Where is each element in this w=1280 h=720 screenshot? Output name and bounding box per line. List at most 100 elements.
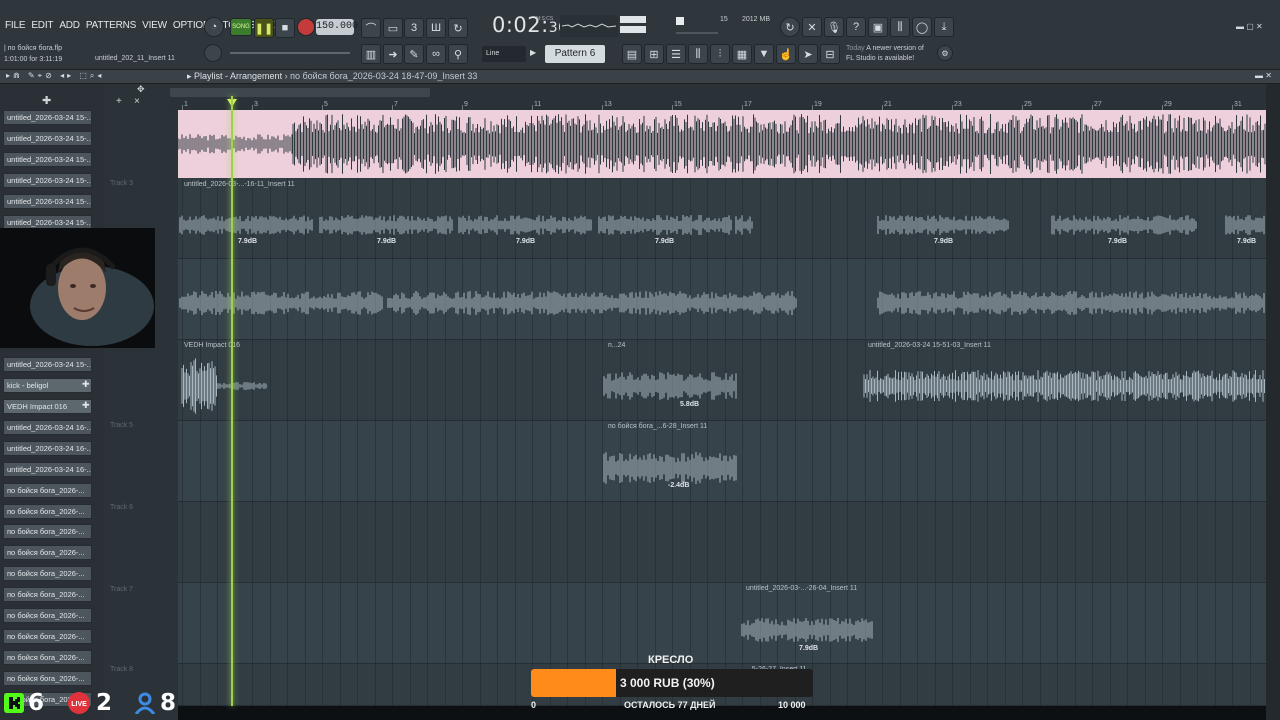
track-label[interactable]: Track 8 bbox=[110, 666, 133, 673]
vertical-scrollbar[interactable] bbox=[1266, 84, 1280, 720]
track-label[interactable]: Track 5 bbox=[110, 422, 133, 429]
browser-item[interactable]: по бойся бога_2026-... bbox=[3, 650, 92, 665]
browser-item[interactable]: по бойся бога_2026-... bbox=[3, 483, 92, 498]
brush-icon[interactable]: ✎ bbox=[404, 44, 424, 64]
clip-label-track7[interactable]: untitled_2026-03-...-26-04_Insert 11 bbox=[744, 584, 884, 594]
news-panel[interactable]: Today A newer version of FL Studio is av… bbox=[846, 44, 924, 64]
browser-item[interactable]: untitled_2026-03-24 15-... bbox=[3, 131, 92, 146]
track-6[interactable] bbox=[178, 502, 1266, 583]
window-controls[interactable]: ▬ ▢ ✕ bbox=[1236, 22, 1263, 31]
browser-item[interactable]: по бойся бога_2026-... bbox=[3, 504, 92, 519]
news-settings-icon[interactable]: ⚙ bbox=[937, 45, 953, 61]
playlist-tools[interactable]: ▸⋒ ✎⌖⊘ ◂▸ ⬚⌕◂ bbox=[6, 71, 104, 81]
generator-icon[interactable]: ✚ bbox=[82, 400, 90, 411]
step-edit-icon[interactable]: Ш bbox=[426, 18, 446, 38]
mixer-icon[interactable]: ⫼ bbox=[890, 17, 910, 37]
step-sequencer-icon[interactable]: ⊞ bbox=[644, 44, 664, 64]
browser-item[interactable]: по бойся бога_2026-... bbox=[3, 671, 92, 686]
add-track-icon[interactable]: + bbox=[116, 96, 122, 107]
record-button[interactable] bbox=[297, 18, 315, 36]
browser-item[interactable]: untitled_2026-03-24 16-... bbox=[3, 441, 92, 456]
wrench-icon[interactable]: ➤ bbox=[798, 44, 818, 64]
browser-item[interactable]: по бойся бога_2026-... bbox=[3, 587, 92, 602]
pause-button[interactable]: ❚❚ bbox=[254, 18, 274, 38]
browser-item[interactable]: по бойся бога_2026-... bbox=[3, 608, 92, 623]
snap-selector[interactable]: Line bbox=[482, 46, 526, 62]
link-icon[interactable]: ∞ bbox=[426, 44, 446, 64]
plugin-database-icon[interactable]: ▼ bbox=[754, 44, 774, 64]
track7-waveform[interactable] bbox=[178, 594, 1266, 664]
clip-label-track5[interactable]: по бойся бога_...6-28_Insert 11 bbox=[606, 422, 766, 432]
browser-expand-icon[interactable]: ✚ bbox=[42, 94, 51, 107]
close-track-icon[interactable]: × bbox=[134, 96, 140, 107]
browser-item[interactable]: untitled_2026-03-24 15-... bbox=[3, 357, 92, 372]
save-icon[interactable]: ▣ bbox=[868, 17, 888, 37]
browser-icon[interactable]: ▦ bbox=[732, 44, 752, 64]
browser-item[interactable]: untitled_2026-03-24 15-... bbox=[3, 173, 92, 188]
next-icon[interactable]: ➜ bbox=[383, 44, 403, 64]
typing-keyboard-icon[interactable]: 3 bbox=[404, 18, 424, 38]
playlist-icon[interactable]: ▤ bbox=[622, 44, 642, 64]
ruler-label: 1 bbox=[184, 101, 188, 108]
browser-item[interactable]: kick - beligol bbox=[3, 378, 92, 393]
channel-rack-icon[interactable]: ☰ bbox=[666, 44, 686, 64]
generator-icon[interactable]: ✚ bbox=[82, 379, 90, 390]
master-audio-clip[interactable] bbox=[178, 110, 1266, 178]
countdown-icon[interactable]: ▭ bbox=[383, 18, 403, 38]
time-unit-label: M:S:CS bbox=[536, 16, 554, 22]
stamp-icon[interactable]: ⚲ bbox=[448, 44, 468, 64]
chat-icon[interactable]: ◯ bbox=[912, 17, 932, 37]
track2-waveform[interactable] bbox=[178, 190, 1266, 260]
menu-view[interactable]: VIEW bbox=[139, 20, 170, 31]
master-pitch-slider[interactable] bbox=[230, 52, 350, 54]
song-mode-toggle[interactable]: SONG bbox=[230, 18, 252, 36]
waveform bbox=[877, 215, 1009, 235]
track-label[interactable]: Track 3 bbox=[110, 180, 133, 187]
track-label[interactable]: Track 6 bbox=[110, 504, 133, 511]
browser-item[interactable]: по бойся бога_2026-... bbox=[3, 545, 92, 560]
mixer-view-icon[interactable]: ⫼ bbox=[688, 44, 708, 64]
track-label[interactable]: Track 7 bbox=[110, 586, 133, 593]
tempo-display[interactable]: 150.000 bbox=[316, 19, 358, 35]
browser-item[interactable]: untitled_2026-03-24 15-... bbox=[3, 110, 92, 125]
help-icon[interactable]: ? bbox=[846, 17, 866, 37]
piano-roll-icon[interactable]: ▥ bbox=[361, 44, 381, 64]
browser-item[interactable]: по бойся бога_2026-... bbox=[3, 524, 92, 539]
microphone-icon[interactable]: 🎙 bbox=[824, 17, 844, 37]
tempo-tapper-icon[interactable]: ⊟ bbox=[820, 44, 840, 64]
time-display[interactable]: 0:02:30 bbox=[492, 13, 568, 37]
menu-edit[interactable]: EDIT bbox=[28, 20, 56, 31]
patterns-icon[interactable]: ⫶ bbox=[710, 44, 730, 64]
master-volume-knob[interactable] bbox=[204, 44, 222, 62]
stop-button[interactable]: ■ bbox=[275, 18, 295, 38]
metronome-icon[interactable]: ⌒ bbox=[361, 18, 381, 38]
clip-label[interactable]: untitled_2026-03-...-16-11_Insert 11 bbox=[182, 180, 942, 190]
menu-patterns[interactable]: PATTERNS bbox=[83, 20, 139, 31]
loop-record-icon[interactable]: ↻ bbox=[448, 18, 468, 38]
pattern-prev-icon[interactable]: ▶ bbox=[530, 48, 536, 57]
browser-item[interactable]: untitled_2026-03-24 15-... bbox=[3, 152, 92, 167]
playhead-line[interactable] bbox=[231, 96, 233, 706]
refresh-icon[interactable]: ↻ bbox=[780, 17, 800, 37]
time-scroll-bar[interactable] bbox=[170, 88, 430, 97]
browser-item[interactable]: по бойся бога_2026-... bbox=[3, 629, 92, 644]
playlist-arrangement[interactable]: untitled_2026-03-...-16-11_Insert 11 VED… bbox=[178, 110, 1266, 706]
browser-item[interactable]: untitled_2026-03-24 15-... bbox=[3, 194, 92, 209]
browser-item[interactable]: untitled_2026-03-24 16-... bbox=[3, 462, 92, 477]
track4-waveform[interactable] bbox=[178, 350, 1266, 420]
zoom-icon[interactable]: ✥ bbox=[137, 84, 145, 95]
menu-add[interactable]: ADD bbox=[56, 20, 83, 31]
menu-file[interactable]: FILE bbox=[2, 20, 28, 31]
touch-icon[interactable]: ☝ bbox=[776, 44, 796, 64]
timeline-ruler[interactable]: 1 3 5 7 9 11 13 15 17 19 21 23 25 27 29 31 bbox=[170, 84, 1270, 110]
track3-waveform[interactable] bbox=[178, 260, 1266, 340]
pattern-selector[interactable]: Pattern 6 bbox=[545, 45, 605, 63]
track5-waveform[interactable] bbox=[178, 432, 1266, 502]
browser-item[interactable]: untitled_2026-03-24 16-... bbox=[3, 420, 92, 435]
download-icon[interactable]: ⤓ bbox=[934, 17, 954, 37]
browser-item[interactable]: VEDH Impact 016 bbox=[3, 399, 92, 414]
browser-item[interactable]: по бойся бога_2026-... bbox=[3, 566, 92, 581]
volume-db-label: 7.9dB bbox=[516, 238, 536, 245]
plugin-picker-icon[interactable]: ✕ bbox=[802, 17, 822, 37]
playlist-window-controls[interactable]: ▬ ✕ bbox=[1255, 71, 1272, 80]
